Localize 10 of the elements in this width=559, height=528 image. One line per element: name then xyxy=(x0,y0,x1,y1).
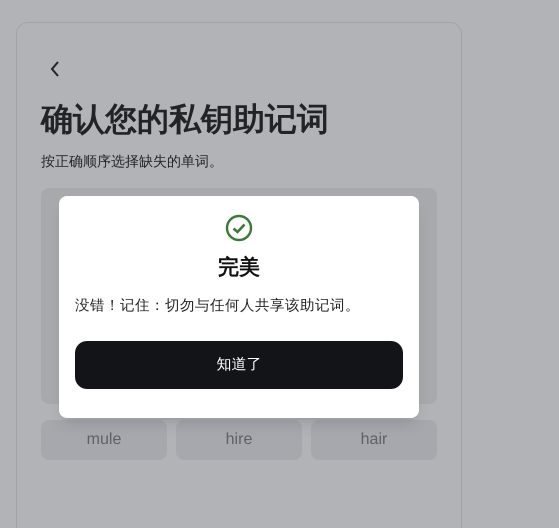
word-option[interactable]: hire xyxy=(176,420,302,460)
dialog-message: 没错！记住：切勿与任何人共享该助记词。 xyxy=(75,296,361,316)
word-option[interactable]: mule xyxy=(41,420,167,460)
back-icon xyxy=(50,61,60,77)
word-option[interactable]: hair xyxy=(311,420,437,460)
check-circle-icon xyxy=(225,214,253,242)
page-subtitle: 按正确顺序选择缺失的单词。 xyxy=(41,152,224,171)
dialog-title: 完美 xyxy=(218,254,260,281)
got-it-button[interactable]: 知道了 xyxy=(75,341,403,390)
page-title: 确认您的私钥助记词 xyxy=(41,100,330,139)
